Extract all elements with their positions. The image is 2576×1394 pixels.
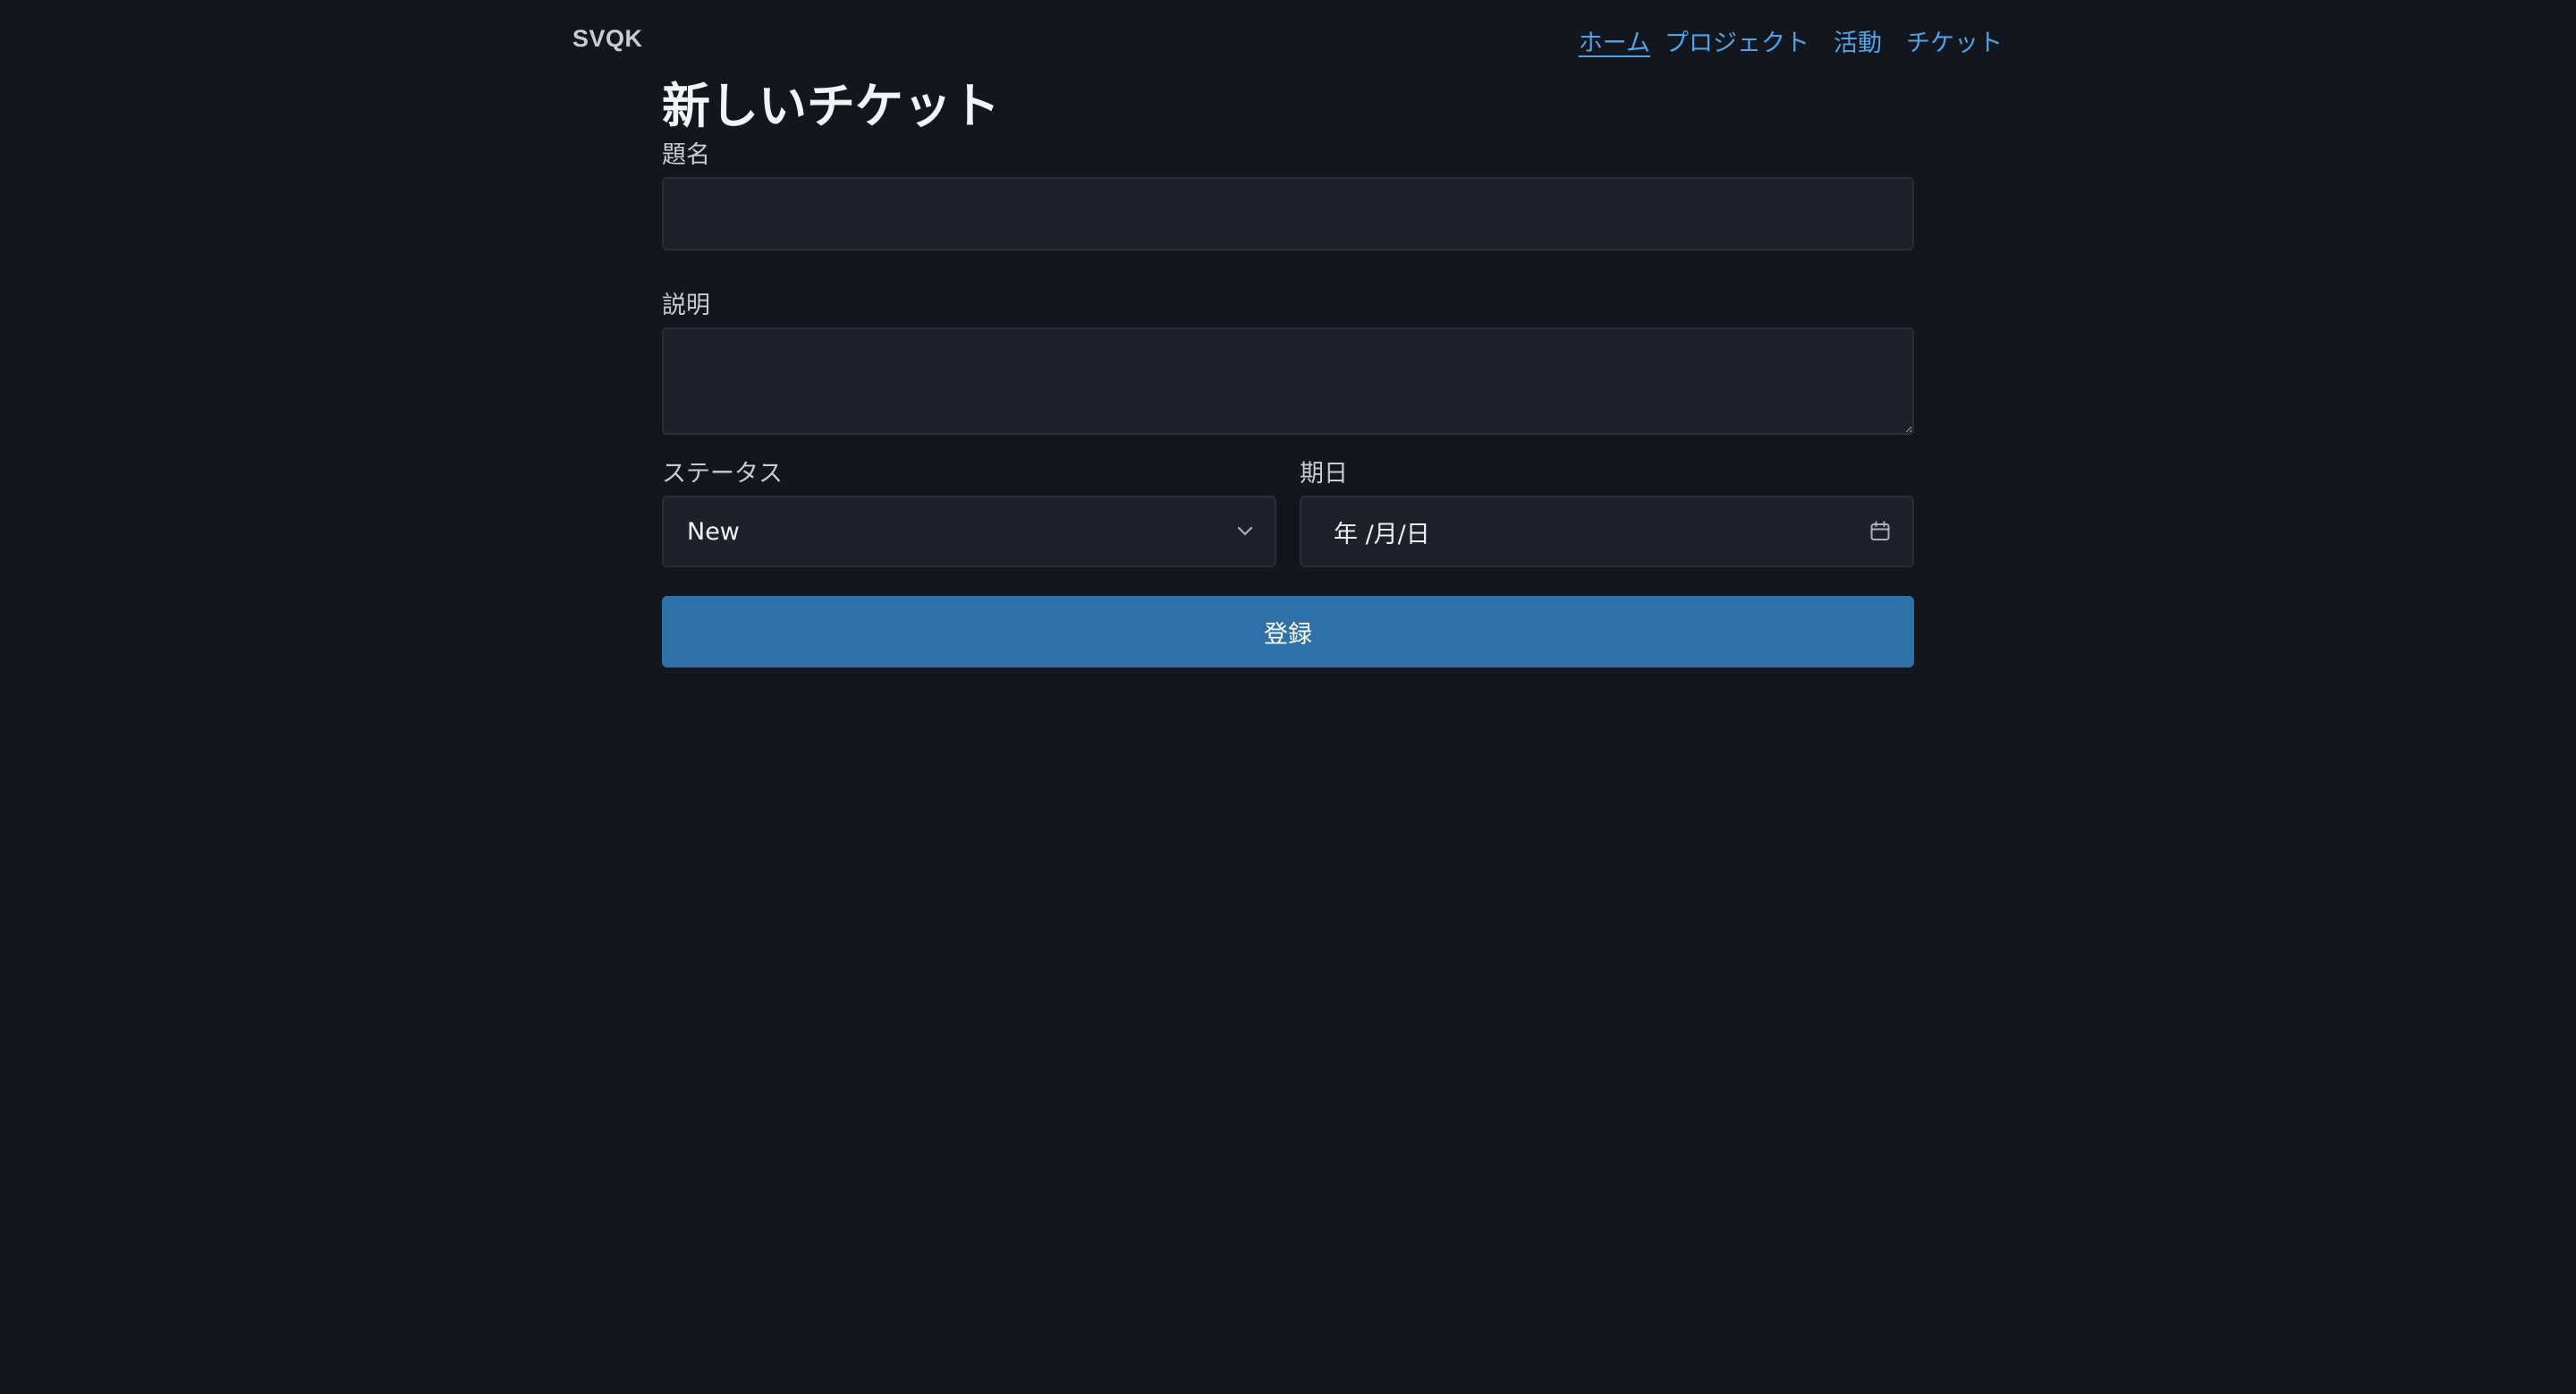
submit-button[interactable]: 登録 <box>662 596 1914 667</box>
new-ticket-form: 新しいチケット 題名 説明 ステータス New 期日 年 /月/日 登録 <box>662 73 1914 667</box>
due-date-label: 期日 <box>1300 460 1348 488</box>
status-select[interactable]: New <box>662 496 1276 567</box>
due-date-placeholder: 年 /月/日 <box>1334 520 1430 548</box>
description-textarea[interactable] <box>662 327 1914 435</box>
due-date-input[interactable]: 年 /月/日 <box>1300 496 1914 567</box>
subject-label: 題名 <box>662 141 710 169</box>
nav-link-projects[interactable]: プロジェクト <box>1665 23 1809 58</box>
status-select-value: New <box>687 517 740 546</box>
top-nav: ホーム プロジェクト 活動 チケット <box>1579 23 2003 58</box>
status-label: ステータス <box>662 460 783 488</box>
nav-link-tickets[interactable]: チケット <box>1906 23 2003 58</box>
status-column: ステータス New <box>662 458 1276 567</box>
subject-input[interactable] <box>662 177 1914 251</box>
calendar-icon[interactable] <box>1869 521 1891 542</box>
due-date-column: 期日 年 /月/日 <box>1300 458 1914 567</box>
brand-logo[interactable]: SVQK <box>572 25 643 53</box>
chevron-down-icon <box>1237 526 1253 537</box>
page-title: 新しいチケット <box>662 78 1000 134</box>
nav-link-activity[interactable]: 活動 <box>1834 23 1882 58</box>
nav-link-home[interactable]: ホーム <box>1579 23 1650 58</box>
description-label: 説明 <box>662 292 710 319</box>
status-date-row: ステータス New 期日 年 /月/日 <box>662 458 1914 567</box>
